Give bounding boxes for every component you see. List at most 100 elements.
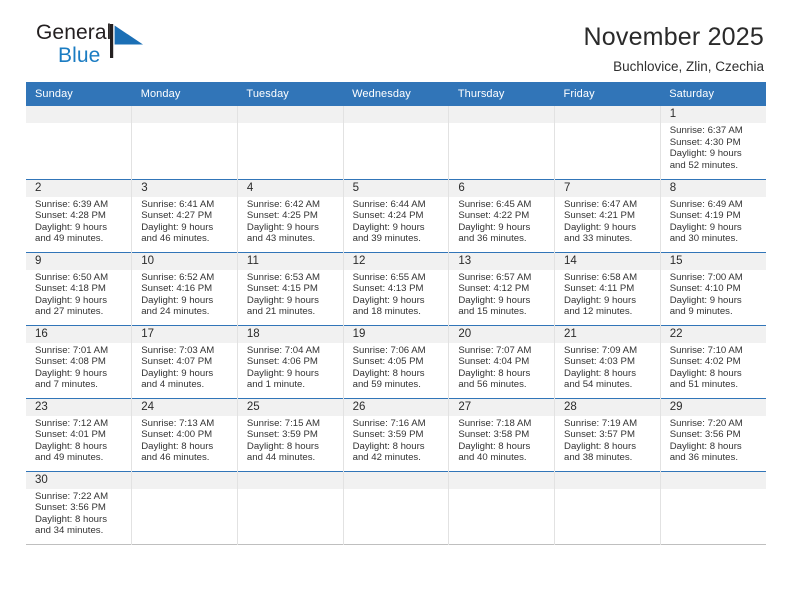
calendar-day-cell[interactable]: 29 Sunrise: 7:20 AM Sunset: 3:56 PM Dayligh… (660, 398, 766, 471)
sunset-time: Sunset: 4:30 PM (669, 136, 741, 148)
calendar-day-cell[interactable]: 4 Sunrise: 6:42 AM Sunset: 4:25 PM Daylight… (237, 179, 344, 252)
calendar-day-cell[interactable]: 13 Sunrise: 6:57 AM Sunset: 4:12 PM Dayligh… (448, 252, 556, 325)
calendar-day-cell-empty (343, 106, 450, 179)
calendar-day-cell[interactable]: 25 Sunrise: 7:15 AM Sunset: 3:59 PM Dayligh… (237, 398, 344, 471)
day-number: 10 (132, 252, 237, 270)
calendar-day-cell-empty (131, 471, 238, 544)
sunrise-time: Sunrise: 7:01 AM (35, 344, 109, 356)
calendar-day-cell[interactable]: 1 Sunrise: 6:37 AM Sunset: 4:30 PM Daylight… (660, 106, 766, 179)
calendar-day-cell[interactable]: 14 Sunrise: 6:58 AM Sunset: 4:11 PM Dayligh… (554, 252, 661, 325)
daylight-duration-line1: Daylight: 9 hours (564, 221, 637, 233)
calendar-day-cell[interactable]: 7 Sunrise: 6:47 AM Sunset: 4:21 PM Daylight… (554, 179, 661, 252)
sunrise-time: Sunrise: 7:07 AM (458, 344, 532, 356)
daylight-duration-line1: Daylight: 9 hours (35, 367, 107, 379)
day-number: 28 (555, 398, 660, 416)
sunrise-time: Sunrise: 7:18 AM (458, 417, 532, 429)
daylight-duration-line2: and 36 minutes. (669, 452, 738, 464)
calendar-day-cell[interactable]: 17 Sunrise: 7:03 AM Sunset: 4:07 PM Dayligh… (131, 325, 238, 398)
day-number (132, 471, 237, 489)
calendar-day-cell[interactable]: 8 Sunrise: 6:49 AM Sunset: 4:19 PM Daylight… (660, 179, 766, 252)
calendar-day-cell[interactable]: 3 Sunrise: 6:41 AM Sunset: 4:27 PM Daylight… (131, 179, 238, 252)
general-blue-logo[interactable]: General Blue (26, 22, 176, 74)
sunrise-time: Sunrise: 7:12 AM (35, 417, 109, 429)
weekday-header-monday: Monday (131, 82, 238, 106)
day-sun-info: Sunrise: 7:07 AM Sunset: 4:04 PM Daylight:… (449, 343, 554, 391)
calendar-week-row: 1 Sunrise: 6:37 AM Sunset: 4:30 PM Daylight… (26, 106, 766, 179)
daylight-duration-line2: and 27 minutes. (35, 306, 104, 318)
calendar-day-cell[interactable]: 16 Sunrise: 7:01 AM Sunset: 4:08 PM Dayligh… (26, 325, 133, 398)
calendar-day-cell[interactable]: 6 Sunrise: 6:45 AM Sunset: 4:22 PM Daylight… (448, 179, 556, 252)
sunset-time: Sunset: 4:12 PM (458, 283, 530, 295)
sunrise-time: Sunrise: 7:19 AM (564, 417, 638, 429)
day-number: 7 (555, 179, 660, 197)
daylight-duration-line1: Daylight: 8 hours (35, 513, 107, 525)
calendar-day-cell[interactable]: 27 Sunrise: 7:18 AM Sunset: 3:58 PM Dayligh… (448, 398, 556, 471)
calendar-day-cell[interactable]: 10 Sunrise: 6:52 AM Sunset: 4:16 PM Dayligh… (131, 252, 238, 325)
calendar-day-cell[interactable]: 21 Sunrise: 7:09 AM Sunset: 4:03 PM Dayligh… (554, 325, 661, 398)
calendar-day-cell-empty (448, 471, 556, 544)
calendar-week-row: 9 Sunrise: 6:50 AM Sunset: 4:18 PM Daylight… (26, 252, 766, 325)
sunrise-sunset-calendar: Sunday Monday Tuesday Wednesday Thursday… (26, 82, 766, 545)
calendar-day-cell[interactable]: 20 Sunrise: 7:07 AM Sunset: 4:04 PM Dayligh… (448, 325, 556, 398)
day-number (660, 471, 766, 489)
daylight-duration-line1: Daylight: 9 hours (246, 367, 319, 379)
calendar-day-cell[interactable]: 28 Sunrise: 7:19 AM Sunset: 3:57 PM Dayligh… (554, 398, 661, 471)
daylight-duration-line1: Daylight: 8 hours (246, 440, 319, 452)
day-number: 18 (237, 325, 343, 343)
day-number: 16 (26, 325, 132, 343)
daylight-duration-line2: and 44 minutes. (246, 452, 316, 464)
sunset-time: Sunset: 4:21 PM (564, 210, 635, 222)
day-sun-info: Sunrise: 7:22 AM Sunset: 3:56 PM Daylight:… (26, 489, 131, 537)
daylight-duration-line2: and 18 minutes. (352, 306, 421, 318)
day-sun-info: Sunrise: 6:57 AM Sunset: 4:12 PM Daylight:… (449, 270, 554, 318)
daylight-duration-line2: and 51 minutes. (669, 379, 738, 391)
day-sun-info: Sunrise: 6:45 AM Sunset: 4:22 PM Daylight:… (449, 197, 554, 245)
sunset-time: Sunset: 3:57 PM (564, 429, 635, 441)
calendar-day-cell[interactable]: 23 Sunrise: 7:12 AM Sunset: 4:01 PM Dayligh… (26, 398, 133, 471)
day-sun-info: Sunrise: 6:41 AM Sunset: 4:27 PM Daylight:… (132, 197, 237, 245)
daylight-duration-line1: Daylight: 8 hours (35, 440, 107, 452)
calendar-day-cell[interactable]: 22 Sunrise: 7:10 AM Sunset: 4:02 PM Dayligh… (660, 325, 766, 398)
day-sun-info: Sunrise: 7:12 AM Sunset: 4:01 PM Daylight:… (26, 416, 131, 464)
weekday-header-tuesday: Tuesday (237, 82, 344, 106)
day-sun-info: Sunrise: 7:09 AM Sunset: 4:03 PM Daylight:… (555, 343, 660, 391)
day-number: 12 (343, 252, 449, 270)
sunset-time: Sunset: 4:19 PM (669, 210, 741, 222)
sunrise-time: Sunrise: 6:45 AM (458, 198, 532, 210)
calendar-day-cell[interactable]: 5 Sunrise: 6:44 AM Sunset: 4:24 PM Daylight… (343, 179, 450, 252)
sunrise-time: Sunrise: 6:53 AM (246, 271, 320, 283)
calendar-day-cell[interactable]: 30 Sunrise: 7:22 AM Sunset: 3:56 PM Dayligh… (26, 471, 133, 544)
calendar-day-cell[interactable]: 15 Sunrise: 7:00 AM Sunset: 4:10 PM Dayligh… (660, 252, 766, 325)
sunrise-time: Sunrise: 6:58 AM (564, 271, 638, 283)
calendar-day-cell[interactable]: 26 Sunrise: 7:16 AM Sunset: 3:59 PM Dayligh… (343, 398, 450, 471)
sunset-time: Sunset: 4:03 PM (564, 356, 635, 368)
sunrise-time: Sunrise: 6:50 AM (35, 271, 109, 283)
daylight-duration-line2: and 15 minutes. (458, 306, 527, 318)
calendar-day-cell-empty (237, 471, 344, 544)
calendar-day-cell[interactable]: 11 Sunrise: 6:53 AM Sunset: 4:15 PM Dayligh… (237, 252, 344, 325)
day-number: 24 (132, 398, 237, 416)
calendar-day-cell[interactable]: 2 Sunrise: 6:39 AM Sunset: 4:28 PM Daylight… (26, 179, 133, 252)
sunrise-time: Sunrise: 6:57 AM (458, 271, 532, 283)
calendar-day-cell[interactable]: 18 Sunrise: 7:04 AM Sunset: 4:06 PM Dayligh… (237, 325, 344, 398)
day-number: 30 (26, 471, 132, 489)
calendar-day-cell[interactable]: 12 Sunrise: 6:55 AM Sunset: 4:13 PM Dayligh… (343, 252, 450, 325)
sunrise-time: Sunrise: 7:22 AM (35, 490, 109, 502)
daylight-duration-line1: Daylight: 8 hours (669, 367, 742, 379)
day-number: 29 (660, 398, 766, 416)
sunrise-time: Sunrise: 7:13 AM (141, 417, 215, 429)
weekday-header-sunday: Sunday (26, 82, 132, 106)
daylight-duration-line2: and 24 minutes. (141, 306, 210, 318)
daylight-duration-line2: and 39 minutes. (352, 233, 421, 245)
day-sun-info: Sunrise: 6:58 AM Sunset: 4:11 PM Daylight:… (555, 270, 660, 318)
calendar-header-row: Sunday Monday Tuesday Wednesday Thursday… (26, 82, 766, 106)
day-sun-info: Sunrise: 6:44 AM Sunset: 4:24 PM Daylight:… (344, 197, 449, 245)
day-sun-info: Sunrise: 7:10 AM Sunset: 4:02 PM Daylight:… (661, 343, 766, 391)
day-sun-info: Sunrise: 7:00 AM Sunset: 4:10 PM Daylight:… (661, 270, 766, 318)
calendar-day-cell[interactable]: 9 Sunrise: 6:50 AM Sunset: 4:18 PM Daylight… (26, 252, 133, 325)
sunrise-time: Sunrise: 7:09 AM (564, 344, 638, 356)
daylight-duration-line1: Daylight: 8 hours (564, 367, 637, 379)
calendar-day-cell[interactable]: 24 Sunrise: 7:13 AM Sunset: 4:00 PM Dayligh… (131, 398, 238, 471)
day-number: 6 (449, 179, 555, 197)
calendar-day-cell[interactable]: 19 Sunrise: 7:06 AM Sunset: 4:05 PM Dayligh… (343, 325, 450, 398)
